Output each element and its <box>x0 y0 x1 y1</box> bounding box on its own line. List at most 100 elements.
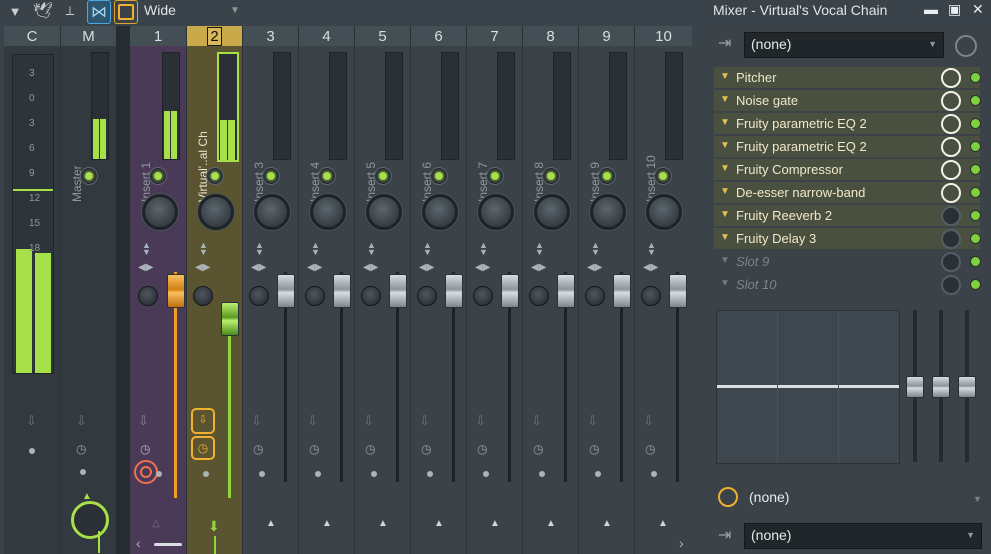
stereo-knob[interactable] <box>529 286 549 306</box>
stereo-separation-icon[interactable]: ▲ ▼ <box>423 241 432 257</box>
insert-label-7[interactable]: Insert 7 <box>473 132 493 202</box>
slot-enable-led[interactable] <box>970 141 981 152</box>
stereo-separation-icon[interactable]: ▲ ▼ <box>591 241 600 257</box>
clock-icon[interactable]: ◷ <box>191 436 215 460</box>
slot-enable-led[interactable] <box>970 95 981 106</box>
record-icon[interactable] <box>134 460 158 484</box>
clock-icon[interactable]: ◷ <box>76 442 86 456</box>
scroll-left-icon[interactable]: ‹ <box>136 535 141 551</box>
route-up-arrow-icon[interactable]: ▲ <box>82 491 92 502</box>
slot-menu-icon[interactable]: ▼ <box>720 186 730 197</box>
fx-slot-9[interactable]: ▼ Slot 9 <box>714 251 981 272</box>
track-header-current[interactable]: C <box>4 26 60 46</box>
volume-fader[interactable] <box>445 274 463 308</box>
bird-icon[interactable]: 🕊 <box>33 2 53 20</box>
slot-enable-led[interactable] <box>970 233 981 244</box>
pan-knob[interactable] <box>142 194 178 230</box>
time-offset-value[interactable]: (none) <box>749 489 789 505</box>
link-arrow-icon[interactable]: ⇩ <box>363 413 374 429</box>
slot-menu-icon[interactable]: ▼ <box>720 255 730 266</box>
route-dot[interactable] <box>371 471 377 477</box>
clock-icon[interactable]: ◷ <box>365 442 375 456</box>
link-arrow-icon[interactable]: ⇩ <box>587 413 598 429</box>
track-header-10[interactable]: 10 <box>635 26 692 46</box>
mix-level-icon[interactable] <box>941 183 961 203</box>
swap-channels-icon[interactable]: ◀▶ <box>363 262 378 273</box>
mix-level-icon[interactable] <box>941 275 961 295</box>
stereo-knob[interactable] <box>585 286 605 306</box>
mute-led[interactable] <box>81 168 97 184</box>
stereo-knob[interactable] <box>641 286 661 306</box>
volume-fader[interactable] <box>557 274 575 308</box>
slot-menu-icon[interactable]: ▼ <box>720 209 730 220</box>
mute-led[interactable] <box>655 168 671 184</box>
swap-channels-icon[interactable]: ◀▶ <box>531 262 546 273</box>
route-up-arrow-icon[interactable]: ▲ <box>434 518 444 529</box>
link-arrow-icon[interactable]: ⇩ <box>531 413 542 429</box>
stereo-separation-icon[interactable]: ▲ ▼ <box>647 241 656 257</box>
slot-menu-icon[interactable]: ▼ <box>720 232 730 243</box>
insert-label-6[interactable]: Insert 6 <box>417 132 437 202</box>
preset-dropdown-icon[interactable]: ▼ <box>230 5 240 16</box>
preset-label[interactable]: Wide <box>144 2 176 18</box>
track-header-1[interactable]: 1 <box>130 26 186 46</box>
swap-channels-icon[interactable]: ◀▶ <box>307 262 322 273</box>
fx-slot-name[interactable]: Slot 9 <box>736 254 769 269</box>
fx-slot-name[interactable]: Pitcher <box>736 70 776 85</box>
mute-led[interactable] <box>543 168 559 184</box>
track-header-3[interactable]: 3 <box>243 26 298 46</box>
route-dot[interactable] <box>427 471 433 477</box>
eq-high-gain-fader[interactable] <box>958 376 976 398</box>
mute-led[interactable] <box>487 168 503 184</box>
clock-icon[interactable]: ◷ <box>309 442 319 456</box>
slot-menu-icon[interactable]: ▼ <box>720 163 730 174</box>
stereo-separation-icon[interactable]: ▲ ▼ <box>199 241 208 257</box>
scroll-right-icon[interactable]: › <box>679 535 684 551</box>
slot-enable-led[interactable] <box>970 256 981 267</box>
fx-slot-8[interactable]: ▼ Fruity Delay 3 <box>714 228 981 249</box>
mute-led[interactable] <box>375 168 391 184</box>
pan-knob[interactable] <box>310 194 346 230</box>
master-route-knob[interactable] <box>71 501 109 539</box>
swap-channels-icon[interactable]: ◀▶ <box>475 262 490 273</box>
slot-enable-led[interactable] <box>970 72 981 83</box>
stereo-knob[interactable] <box>361 286 381 306</box>
fx-slot-name[interactable]: Fruity parametric EQ 2 <box>736 139 867 154</box>
slot-enable-led[interactable] <box>970 164 981 175</box>
track-header-8[interactable]: 8 <box>523 26 578 46</box>
insert-label-5[interactable]: Insert 5 <box>361 132 381 202</box>
eq-low-gain-fader[interactable] <box>906 376 924 398</box>
slot-enable-led[interactable] <box>970 187 981 198</box>
dropdown-caret-icon[interactable]: ▼ <box>973 494 982 504</box>
mute-led[interactable] <box>319 168 335 184</box>
link-arrow-icon[interactable]: ⇩ <box>138 413 149 429</box>
close-button[interactable]: ✕ <box>972 1 984 18</box>
stereo-separation-icon[interactable]: ▲ ▼ <box>311 241 320 257</box>
square-icon[interactable] <box>114 0 138 24</box>
link-arrow-icon[interactable]: ⇩ <box>475 413 486 429</box>
track-header-9[interactable]: 9 <box>579 26 634 46</box>
swap-channels-icon[interactable]: ◀▶ <box>138 262 153 273</box>
link-arrow-icon[interactable]: ⇩ <box>191 408 215 434</box>
insert-label-8[interactable]: Insert 8 <box>529 132 549 202</box>
link-arrow-icon[interactable]: ⇩ <box>307 413 318 429</box>
fx-slot-6[interactable]: ▼ De-esser narrow-band <box>714 182 981 203</box>
mute-led[interactable] <box>150 168 166 184</box>
pan-knob[interactable] <box>198 194 234 230</box>
latency-clock-icon[interactable] <box>955 35 977 57</box>
swap-channels-icon[interactable]: ◀▶ <box>195 262 210 273</box>
mix-level-icon[interactable] <box>941 160 961 180</box>
link-arrow-icon[interactable]: ⇩ <box>251 413 262 429</box>
volume-fader[interactable] <box>333 274 351 308</box>
chevron-down-icon[interactable]: ▼ <box>6 2 24 20</box>
stereo-separation-icon[interactable]: ▲ ▼ <box>479 241 488 257</box>
clock-icon[interactable]: ◷ <box>533 442 543 456</box>
fx-slot-5[interactable]: ▼ Fruity Compressor <box>714 159 981 180</box>
pan-knob[interactable] <box>646 194 682 230</box>
link-arrow-icon[interactable]: ⇩ <box>76 413 87 429</box>
swap-channels-icon[interactable]: ◀▶ <box>587 262 602 273</box>
insert-label-2[interactable]: Virtual'..al Chain <box>193 132 213 202</box>
fx-slot-name[interactable]: Fruity Delay 3 <box>736 231 816 246</box>
slot-menu-icon[interactable]: ▼ <box>720 278 730 289</box>
stereo-separation-icon[interactable]: ▲ ▼ <box>367 241 376 257</box>
